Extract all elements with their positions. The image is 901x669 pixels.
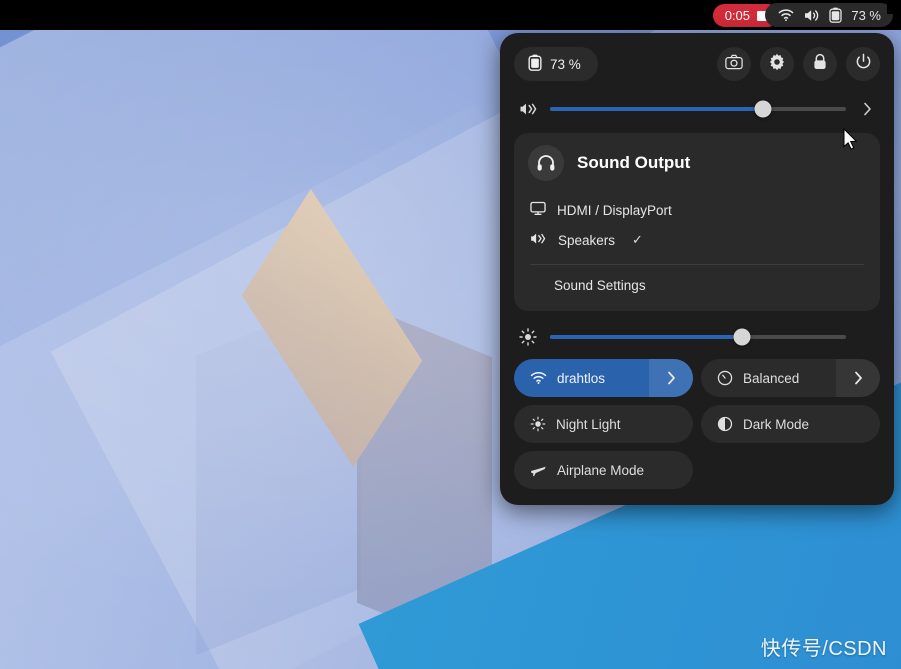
chevron-right-icon[interactable] [836, 359, 880, 397]
airplane-icon [530, 462, 547, 478]
power-profile-toggle[interactable]: Balanced [701, 359, 880, 397]
status-area[interactable]: 73 % [765, 3, 893, 27]
watermark: 快传号/CSDN [760, 638, 887, 660]
night-light-icon [530, 416, 546, 432]
sound-output-title-row: Sound Output [528, 145, 866, 181]
sound-device-hdmi[interactable]: HDMI / DisplayPort [528, 195, 866, 225]
dark-mode-icon [717, 416, 733, 432]
quick-toggle-grid: drahtlos Balanced Night Light Dark Mode … [514, 359, 880, 489]
dark-mode-toggle[interactable]: Dark Mode [701, 405, 880, 443]
battery-status-pill[interactable]: 73 % [514, 47, 598, 81]
volume-slider-knob[interactable] [754, 100, 772, 118]
header-action-buttons [717, 47, 880, 81]
wifi-toggle[interactable]: drahtlos [514, 359, 693, 397]
wifi-icon [778, 8, 794, 22]
sound-device-label: HDMI / DisplayPort [557, 202, 672, 218]
wifi-icon [530, 371, 547, 385]
battery-percent-label: 73 % [851, 7, 881, 23]
sound-device-speakers[interactable]: Speakers ✓ [528, 225, 866, 255]
gear-icon [768, 53, 786, 76]
quick-settings-header: 73 % [514, 47, 880, 81]
brightness-slider-row[interactable] [514, 323, 880, 351]
airplane-mode-toggle[interactable]: Airplane Mode [514, 451, 693, 489]
settings-button[interactable] [760, 47, 794, 81]
sound-device-label: Speakers [558, 232, 616, 248]
screenshot-button[interactable] [717, 47, 751, 81]
battery-icon [829, 7, 843, 23]
gauge-icon [717, 370, 733, 386]
battery-icon [528, 54, 542, 74]
brightness-slider-knob[interactable] [733, 328, 751, 346]
recording-timer-label: 0:05 [724, 8, 750, 23]
top-bar: 0:05 73 % [0, 0, 901, 30]
volume-slider-fill [550, 107, 764, 111]
chevron-right-icon[interactable] [649, 359, 693, 397]
dark-mode-label: Dark Mode [743, 416, 810, 432]
sound-settings-label: Sound Settings [554, 277, 646, 293]
brightness-slider-fill [550, 335, 743, 339]
power-icon [855, 53, 872, 75]
sound-output-submenu: Sound Output HDMI / DisplayPort Speakers… [514, 133, 880, 311]
night-light-toggle[interactable]: Night Light [514, 405, 693, 443]
volume-slider-row[interactable] [514, 95, 880, 123]
sound-settings-item[interactable]: Sound Settings [528, 269, 866, 301]
sound-device-check: ✓ [632, 232, 643, 247]
submenu-divider [530, 264, 864, 265]
sound-output-title: Sound Output [577, 153, 691, 172]
brightness-icon [518, 328, 538, 346]
screen: 0:05 73 % 73 % Sound Output HDMI / Displ… [0, 0, 901, 669]
volume-icon[interactable] [518, 101, 538, 117]
volume-slider-track[interactable] [550, 100, 846, 118]
brightness-slider-track[interactable] [550, 328, 846, 346]
camera-icon [725, 54, 743, 75]
power-button[interactable] [846, 47, 880, 81]
power-profile-label: Balanced [743, 370, 800, 386]
lock-icon [812, 53, 828, 76]
wifi-toggle-label: drahtlos [557, 370, 606, 386]
lock-button[interactable] [803, 47, 837, 81]
night-light-label: Night Light [556, 416, 621, 432]
speaker-icon [530, 231, 547, 249]
quick-settings-panel: 73 % Sound Output HDMI / DisplayPort Spe… [500, 33, 894, 505]
volume-icon [803, 8, 820, 23]
headphones-icon [528, 145, 564, 181]
monitor-icon [530, 201, 546, 219]
airplane-mode-label: Airplane Mode [557, 462, 645, 478]
chevron-right-icon[interactable] [858, 101, 876, 117]
battery-percent-label: 73 % [550, 56, 581, 72]
